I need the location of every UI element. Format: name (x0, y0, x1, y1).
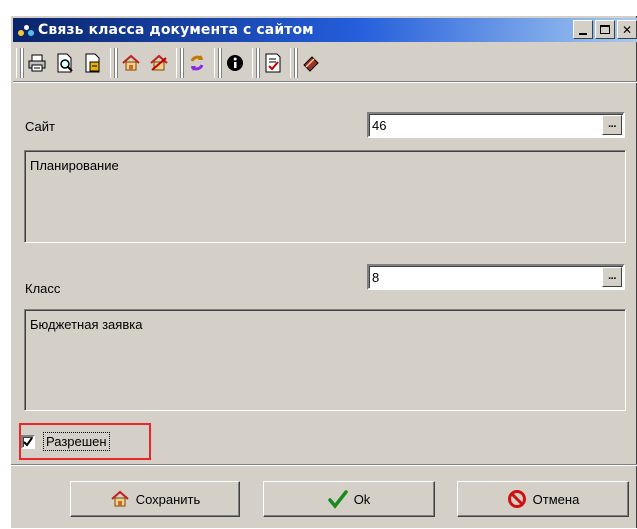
info-icon (227, 54, 243, 71)
close-button[interactable]: ✕ (617, 20, 637, 39)
ellipsis-icon: ··· (608, 121, 617, 133)
home-add-icon (122, 54, 140, 70)
document-check-button[interactable] (260, 49, 286, 77)
toolbar-separator (176, 47, 181, 78)
site-lookup-button[interactable]: ··· (602, 115, 622, 135)
site-field[interactable]: 46 ··· (367, 112, 625, 138)
export-button[interactable] (80, 49, 106, 77)
book-button[interactable] (298, 49, 324, 77)
class-name-memo: Бюджетная заявка (24, 309, 626, 411)
ok-button[interactable]: Ok (263, 481, 435, 517)
allowed-checkbox[interactable] (21, 435, 35, 449)
site-value: 46 (372, 118, 387, 133)
toolbar-separator (214, 47, 219, 78)
allowed-label[interactable]: Разрешен (43, 432, 110, 451)
maximize-icon (600, 25, 610, 34)
cancel-button[interactable]: Отмена (457, 481, 629, 517)
cancel-icon (507, 490, 526, 508)
checkmark-icon (327, 490, 348, 509)
class-field[interactable]: 8 ··· (367, 264, 625, 290)
print-preview-button[interactable] (52, 49, 78, 77)
save-button[interactable]: Сохранить (70, 481, 240, 517)
class-name-text: Бюджетная заявка (30, 317, 143, 332)
home-save-icon (111, 490, 129, 507)
refresh-icon (190, 54, 204, 71)
minimize-icon (579, 32, 587, 35)
toolbar-separator (110, 47, 115, 78)
toolbar-grip[interactable] (16, 47, 21, 78)
site-name-text: Планирование (30, 158, 119, 173)
button-bar: Сохранить Ok Отмена (11, 464, 637, 529)
document-check-icon (265, 53, 281, 72)
class-label: Класс (25, 281, 61, 296)
minimize-button[interactable] (573, 20, 593, 39)
toolbar-separator (252, 47, 257, 78)
app-icon (17, 21, 35, 39)
home-add-button[interactable] (118, 49, 144, 77)
site-label: Сайт (25, 119, 55, 134)
refresh-button[interactable] (184, 49, 210, 77)
close-icon: ✕ (621, 22, 633, 37)
book-icon (303, 55, 319, 72)
toolbar (13, 44, 637, 82)
checkmark-icon (23, 437, 33, 447)
print-icon (28, 54, 46, 71)
toolbar-separator (290, 47, 295, 78)
class-lookup-button[interactable]: ··· (602, 267, 622, 287)
title-bar[interactable]: Связь класса документа с сайтом ✕ (13, 18, 637, 42)
cancel-button-label: Отмена (532, 491, 580, 507)
dialog-window: Связь класса документа с сайтом ✕ Сайт 4… (10, 15, 637, 528)
home-remove-icon (150, 54, 168, 71)
window-title: Связь класса документа с сайтом (38, 22, 314, 38)
ellipsis-icon: ··· (608, 273, 617, 285)
ok-button-label: Ok (353, 491, 371, 507)
site-name-memo: Планирование (24, 150, 626, 243)
home-remove-button[interactable] (146, 49, 172, 77)
print-button[interactable] (24, 49, 50, 77)
save-button-label: Сохранить (135, 491, 201, 507)
print-preview-icon (57, 53, 73, 72)
info-button[interactable] (222, 49, 248, 77)
class-value: 8 (372, 270, 380, 285)
export-icon (85, 53, 100, 72)
maximize-button[interactable] (595, 20, 615, 39)
